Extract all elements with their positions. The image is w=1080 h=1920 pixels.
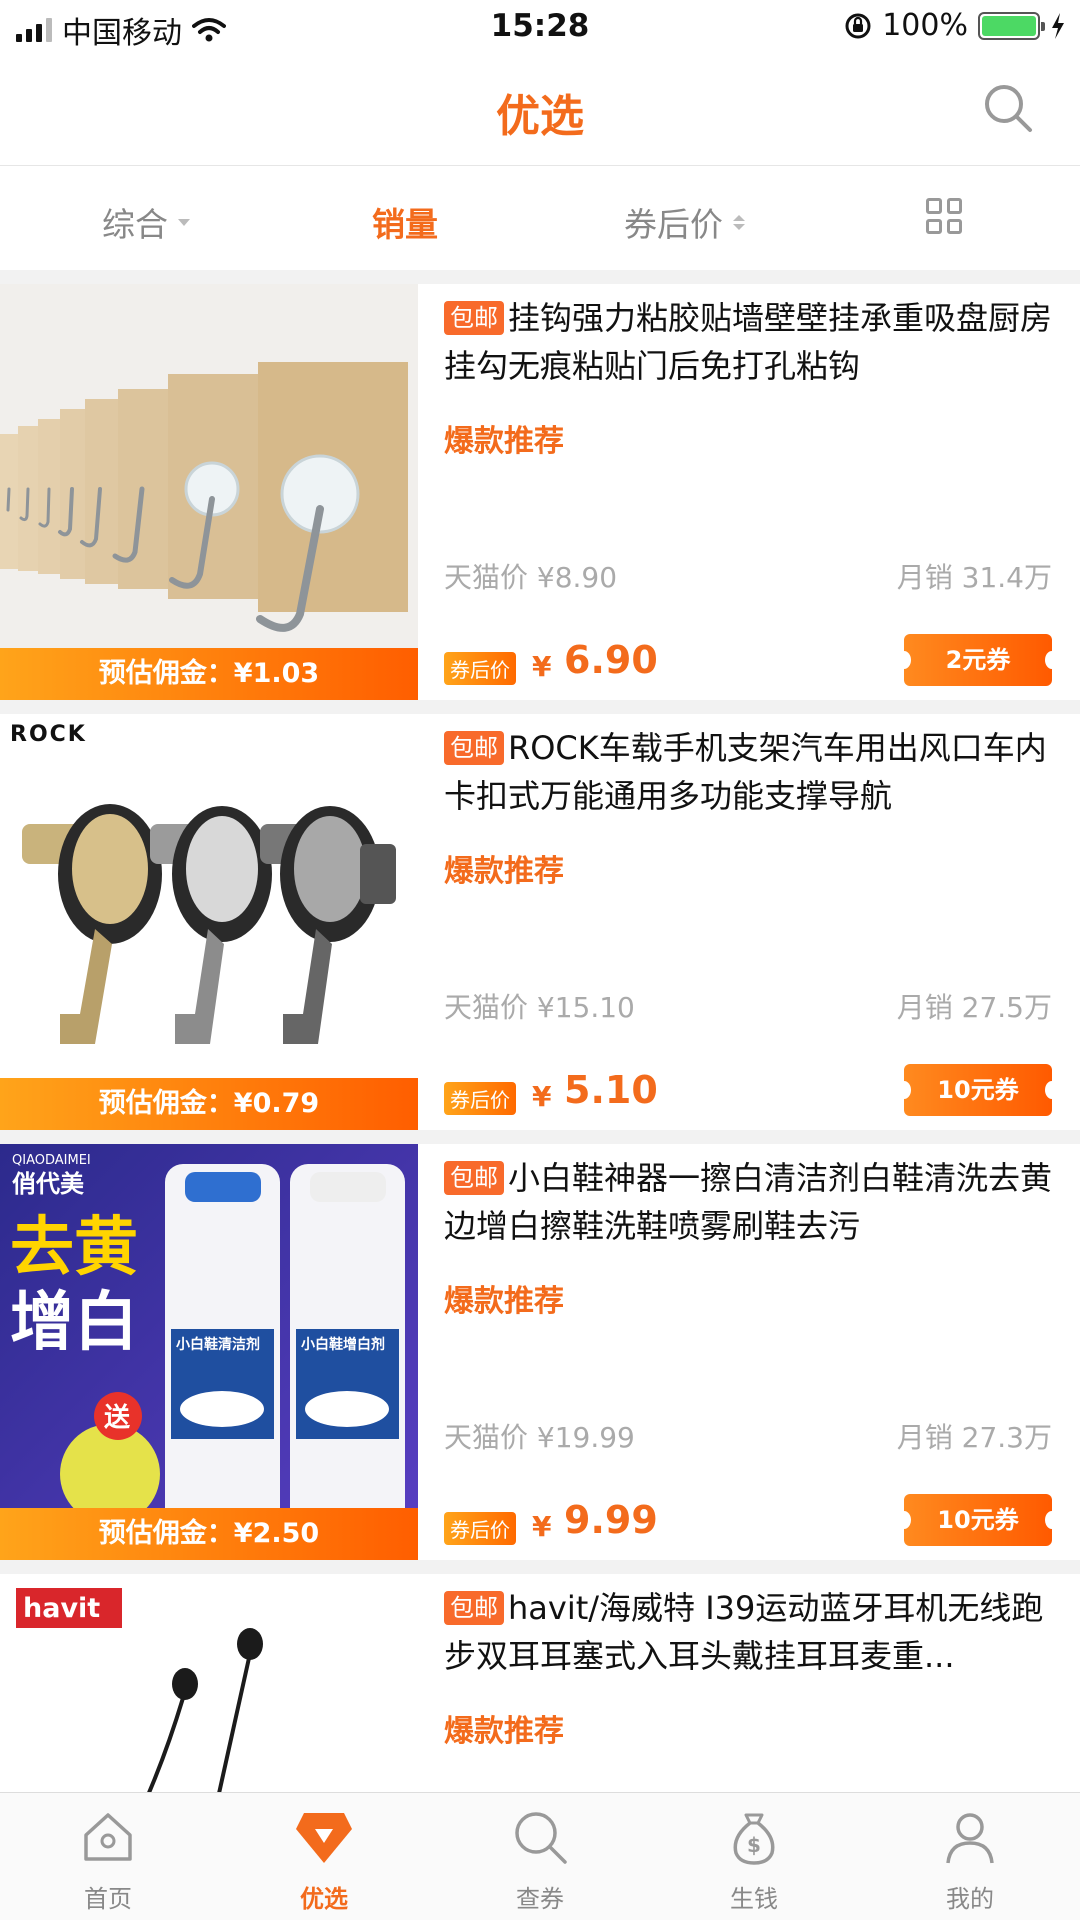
tab-featured[interactable]: 优选 (264, 1807, 384, 1914)
divider (0, 270, 1080, 284)
tmall-price: 天猫价 ¥19.99 (444, 1421, 635, 1454)
after-coupon-badge: 券后价 (444, 652, 516, 685)
product-image: QIAODAIMEI 俏代美 去黄 增白 送 小白鞋清洁剂 小白鞋增白剂 预估佣… (0, 1144, 418, 1560)
hot-recommend-label: 爆款推荐 (444, 424, 564, 459)
price-row: 天猫价 ¥8.90 月销 31.4万 (444, 556, 1052, 596)
tab-label: 生钱 (730, 1885, 778, 1913)
tab-coupon-search[interactable]: 查券 (480, 1807, 600, 1914)
sort-tab-label: 券后价 (624, 205, 723, 244)
free-shipping-badge: 包邮 (444, 301, 504, 335)
commission-banner: 预估佣金：¥2.50 (0, 1508, 418, 1560)
sort-tab-comprehensive[interactable]: 综合 (102, 198, 190, 246)
brand-logo: ROCK (10, 722, 87, 747)
free-shipping-badge: 包邮 (444, 1591, 504, 1625)
tab-label: 首页 (84, 1885, 132, 1913)
sort-tab-coupon-price[interactable]: 券后价 (624, 198, 745, 246)
user-icon (946, 1813, 994, 1864)
product-title-text: ROCK车载手机支架汽车用出风口车内卡扣式万能通用多功能支撑导航 (444, 729, 1047, 815)
tab-label: 我的 (946, 1885, 994, 1913)
coupon-button[interactable]: 10元券 (897, 1064, 1059, 1116)
hot-recommend-label: 爆款推荐 (444, 1714, 564, 1749)
product-list: 预估佣金：¥1.03 包邮 挂钩强力粘胶贴墙壁壁挂承重吸盘厨房挂勾无痕粘贴门后免打… (0, 284, 1080, 1920)
sort-tab-label: 综合 (102, 205, 168, 244)
sort-bar: 综合 销量 券后价 (0, 166, 1080, 270)
free-shipping-badge: 包邮 (444, 731, 504, 765)
tmall-price: 天猫价 ¥15.10 (444, 991, 635, 1024)
orientation-lock-icon (845, 13, 871, 38)
top-nav: 优选 (0, 54, 1080, 166)
free-shipping-badge: 包邮 (444, 1161, 504, 1195)
status-bar: 中国移动 15:28 100% (0, 0, 1080, 54)
tab-label: 优选 (300, 1885, 348, 1913)
final-price-row: 券后价 ¥ 6.90 2元券 (444, 634, 1059, 688)
final-price: 6.90 (564, 638, 658, 682)
after-coupon-badge: 券后价 (444, 1512, 516, 1545)
product-title-text: havit/海威特 I39运动蓝牙耳机无线跑步双耳耳塞式入耳头戴挂耳耳麦重... (444, 1589, 1044, 1675)
product-info: 包邮 小白鞋神器一擦白清洁剂白鞋清洗去黄边增白擦鞋洗鞋喷雾刷鞋去污 爆款推荐 天猫… (444, 1154, 1059, 1554)
commission-banner: 预估佣金：¥1.03 (0, 648, 418, 700)
bottom-tab-bar: 首页 优选 查券 $ 生钱 我的 (0, 1792, 1080, 1920)
battery-icon (978, 11, 1045, 40)
tab-mine[interactable]: 我的 (910, 1807, 1030, 1914)
currency-symbol: ¥ (532, 1080, 552, 1113)
product-card[interactable]: ROCK 预估佣金：¥0.79 包邮 ROCK车载手机支架汽车用出风口车内卡扣式… (0, 714, 1080, 1144)
commission-banner: 预估佣金：¥0.79 (0, 1078, 418, 1130)
sort-arrows-icon (733, 214, 745, 230)
tab-home[interactable]: 首页 (48, 1807, 168, 1914)
final-price: 9.99 (564, 1498, 658, 1542)
product-title[interactable]: 包邮 ROCK车载手机支架汽车用出风口车内卡扣式万能通用多功能支撑导航 (444, 724, 1052, 820)
product-card[interactable]: 预估佣金：¥1.03 包邮 挂钩强力粘胶贴墙壁壁挂承重吸盘厨房挂勾无痕粘贴门后免打… (0, 284, 1080, 714)
coupon-button[interactable]: 10元券 (897, 1494, 1059, 1546)
battery-percent: 100% (882, 8, 968, 43)
promo-line1: 去黄 (10, 1211, 138, 1285)
final-price-row: 券后价 ¥ 9.99 10元券 (444, 1494, 1059, 1548)
home-icon (84, 1813, 132, 1861)
product-image: 预估佣金：¥1.03 (0, 284, 418, 700)
currency-symbol: ¥ (532, 650, 552, 683)
tab-label: 查券 (516, 1885, 564, 1913)
price-row: 天猫价 ¥15.10 月销 27.5万 (444, 986, 1052, 1026)
search-icon (515, 1812, 567, 1864)
gift-badge: 送 (104, 1403, 130, 1433)
product-title-text: 小白鞋神器一擦白清洁剂白鞋清洗去黄边增白擦鞋洗鞋喷雾刷鞋去污 (444, 1159, 1052, 1245)
hot-recommend-label: 爆款推荐 (444, 1284, 564, 1319)
featured-diamond-icon (296, 1813, 352, 1863)
svg-text:$: $ (747, 1833, 761, 1857)
coupon-button[interactable]: 2元券 (897, 634, 1059, 686)
sort-tab-label: 销量 (372, 205, 438, 244)
product-image: ROCK 预估佣金：¥0.79 (0, 714, 418, 1130)
product-title[interactable]: 包邮 小白鞋神器一擦白清洁剂白鞋清洗去黄边增白擦鞋洗鞋喷雾刷鞋去污 (444, 1154, 1052, 1250)
caret-down-icon (178, 218, 190, 226)
search-icon[interactable] (982, 82, 1034, 134)
brand-logo: havit (23, 1593, 100, 1624)
brand-logo: 俏代美 (12, 1169, 84, 1198)
product-info: 包邮 ROCK车载手机支架汽车用出风口车内卡扣式万能通用多功能支撑导航 爆款推荐 … (444, 724, 1059, 1124)
hot-recommend-label: 爆款推荐 (444, 854, 564, 889)
promo-line2: 增白 (10, 1286, 138, 1360)
product-title[interactable]: 包邮 havit/海威特 I39运动蓝牙耳机无线跑步双耳耳塞式入耳头戴挂耳耳麦重.… (444, 1584, 1052, 1680)
final-price: 5.10 (564, 1068, 658, 1112)
final-price-row: 券后价 ¥ 5.10 10元券 (444, 1064, 1059, 1118)
bottle1-label: 小白鞋清洁剂 (176, 1336, 260, 1353)
page-title: 优选 (496, 91, 584, 142)
monthly-sales: 月销 31.4万 (896, 561, 1052, 594)
product-title-text: 挂钩强力粘胶贴墙壁壁挂承重吸盘厨房挂勾无痕粘贴门后免打孔粘钩 (444, 299, 1052, 385)
brand-en-label: QIAODAIMEI (12, 1153, 91, 1168)
tmall-price: 天猫价 ¥8.90 (444, 561, 618, 594)
currency-symbol: ¥ (532, 1510, 552, 1543)
sort-tab-sales[interactable]: 销量 (372, 198, 438, 246)
money-bag-icon: $ (733, 1813, 775, 1865)
monthly-sales: 月销 27.5万 (896, 991, 1052, 1024)
grid-view-icon[interactable] (926, 198, 962, 234)
tab-earn[interactable]: $ 生钱 (694, 1807, 814, 1914)
status-right: 100% (844, 8, 1066, 43)
monthly-sales: 月销 27.3万 (896, 1421, 1052, 1454)
after-coupon-badge: 券后价 (444, 1082, 516, 1115)
product-title[interactable]: 包邮 挂钩强力粘胶贴墙壁壁挂承重吸盘厨房挂勾无痕粘贴门后免打孔粘钩 (444, 294, 1052, 390)
charging-icon (1052, 12, 1064, 39)
price-row: 天猫价 ¥19.99 月销 27.3万 (444, 1416, 1052, 1456)
product-card[interactable]: QIAODAIMEI 俏代美 去黄 增白 送 小白鞋清洁剂 小白鞋增白剂 预估佣… (0, 1144, 1080, 1574)
product-info: 包邮 挂钩强力粘胶贴墙壁壁挂承重吸盘厨房挂勾无痕粘贴门后免打孔粘钩 爆款推荐 天猫… (444, 294, 1059, 694)
bottle2-label: 小白鞋增白剂 (301, 1336, 385, 1353)
